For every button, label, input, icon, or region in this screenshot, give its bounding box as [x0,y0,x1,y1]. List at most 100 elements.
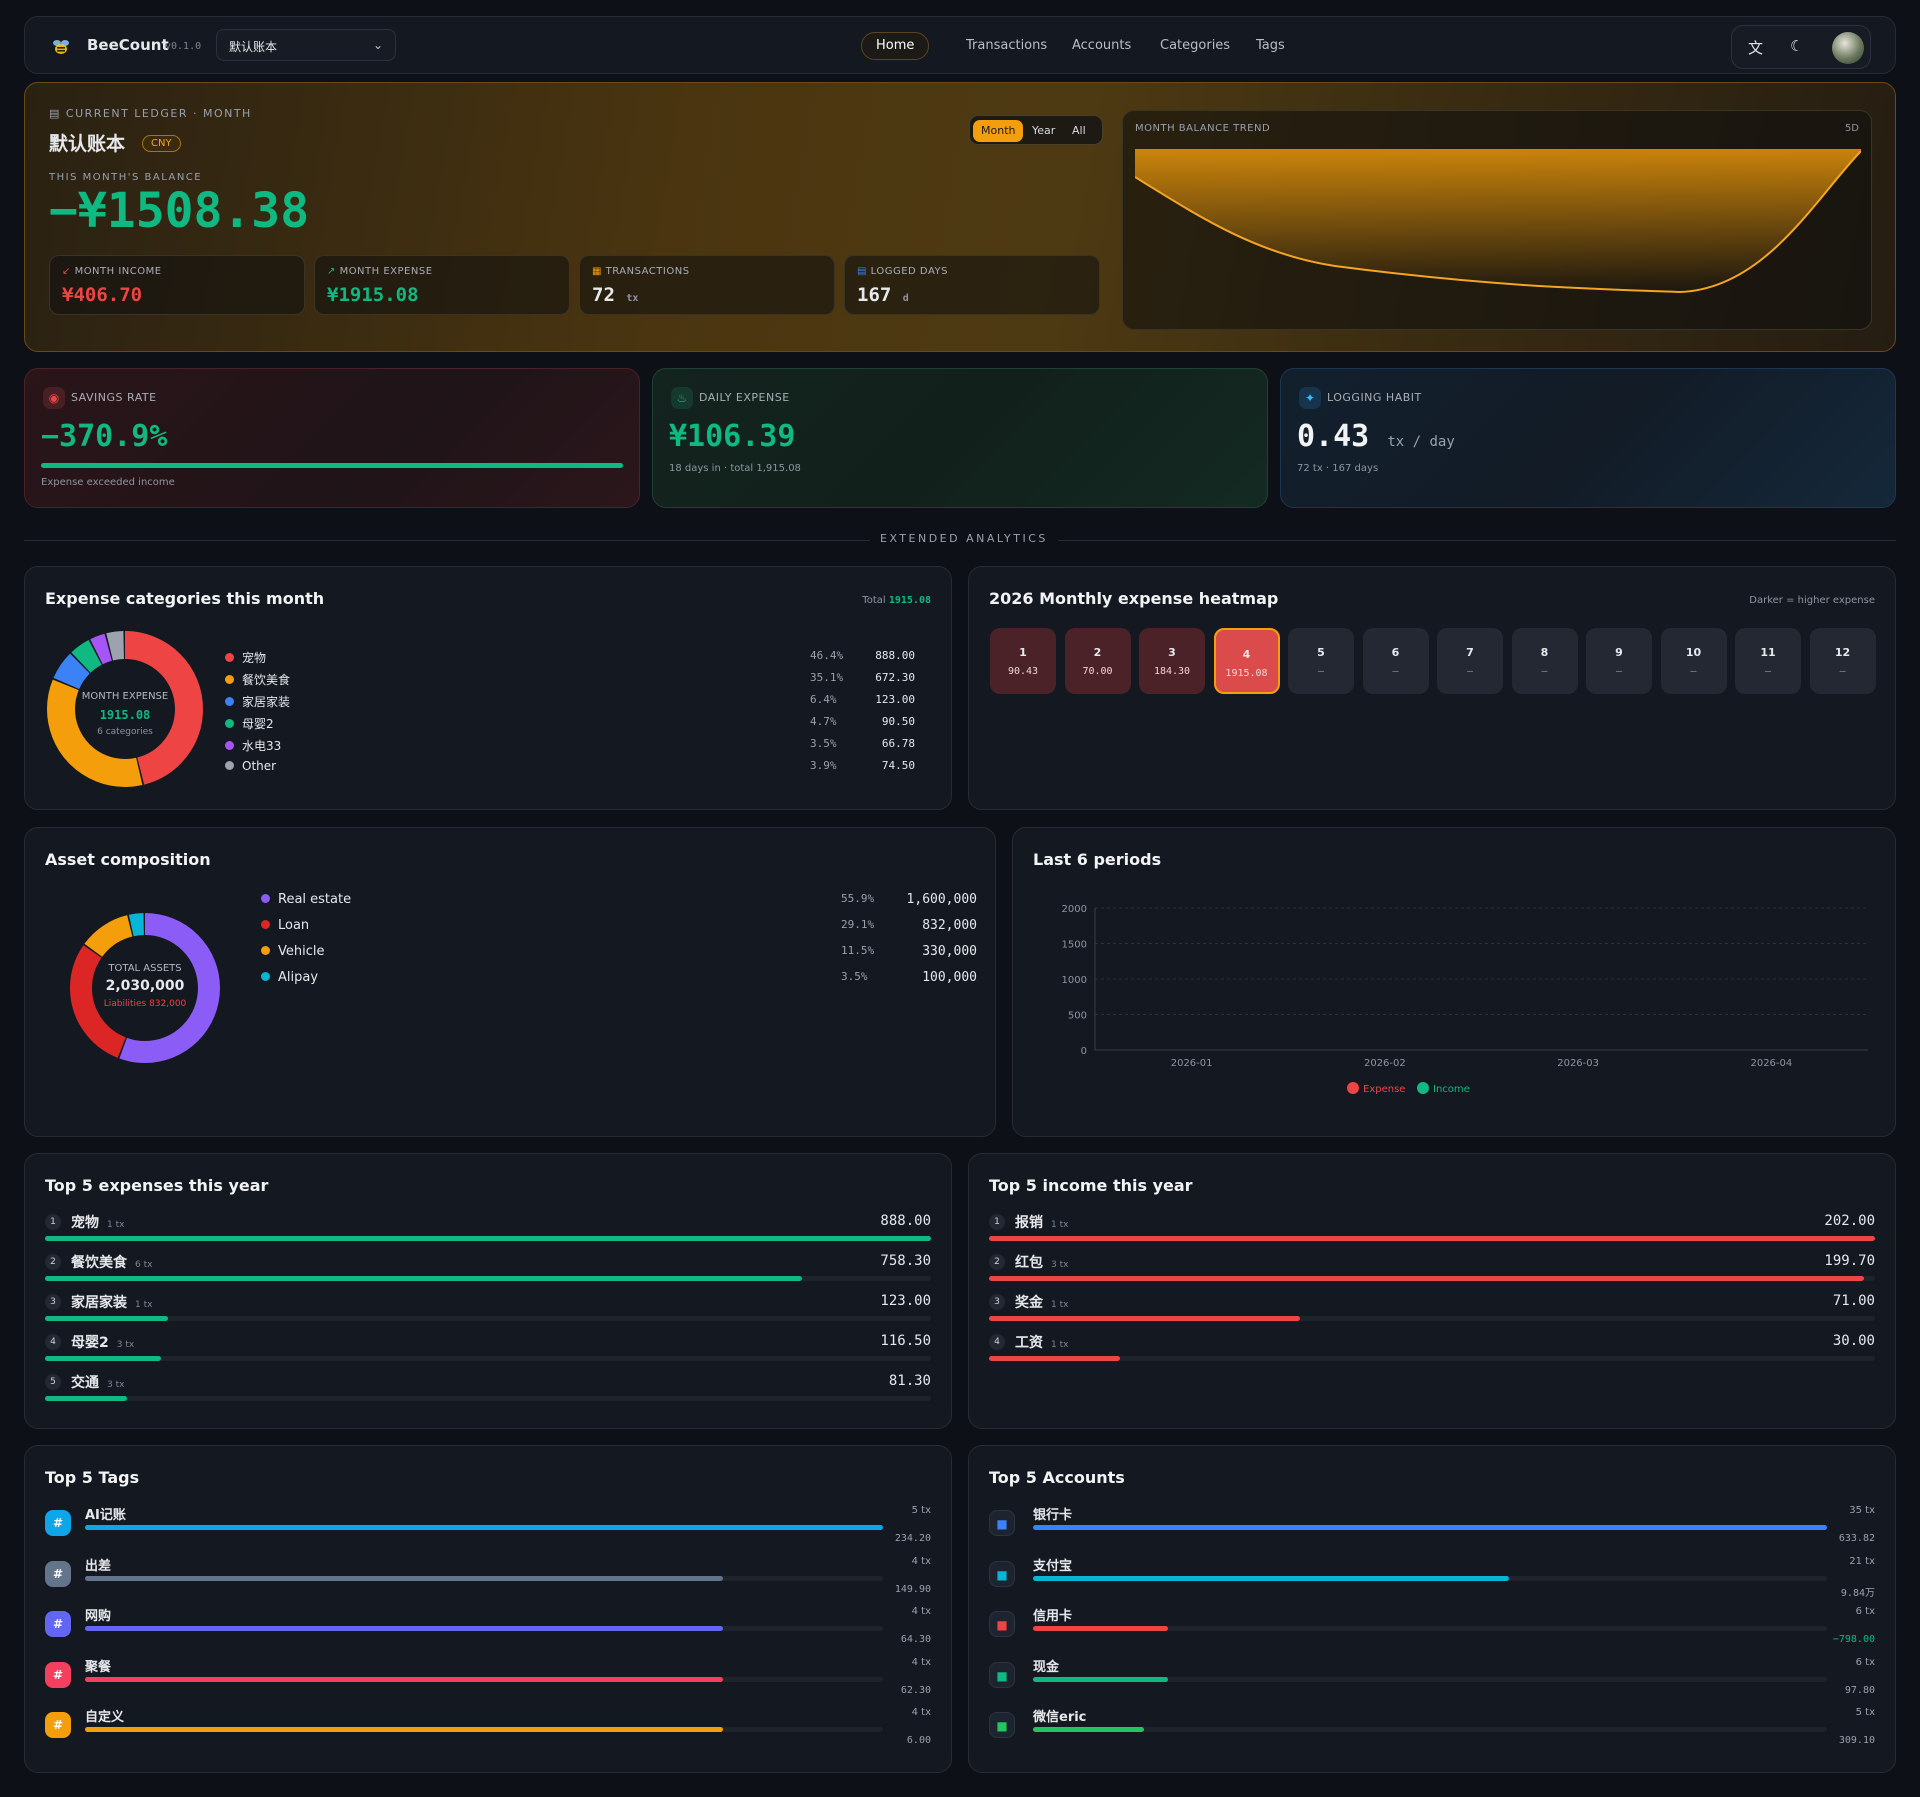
account-name[interactable]: 微信eric [1033,1706,1086,1725]
asset-row[interactable]: Real estate 55.9% 1,600,000 [261,892,977,914]
tag-name[interactable]: 出差 [85,1555,111,1574]
rank-item-name[interactable]: 家居家装 1 tx [71,1292,152,1312]
heatmap-month: 9 [1615,646,1623,659]
legend-dot [261,946,270,955]
rank-bar-track [45,1316,931,1321]
rank-bar [45,1276,802,1281]
rank-item-name[interactable]: 交通 3 tx [71,1372,124,1392]
rank-badge: 2 [45,1254,61,1270]
account-name[interactable]: 支付宝 [1033,1555,1072,1574]
nav-link-categories[interactable]: Categories [1146,32,1244,60]
ledger-select-value: 默认账本 [229,40,278,54]
asset-row[interactable]: Vehicle 11.5% 330,000 [261,944,977,966]
heatmap-value: 1915.08 [1225,668,1268,679]
expense-category-row[interactable]: 母婴2 4.7% 90.50 [225,715,935,737]
heatmap-month-cell[interactable]: 6– [1362,628,1429,694]
tx-count: 4 tx [911,1656,931,1668]
month-expense-value: ¥1915.08 [327,284,419,306]
hero-kicker: ▤ CURRENT LEDGER · MONTH [49,107,252,120]
tag-name[interactable]: AI记账 [85,1504,126,1523]
heatmap-month-cell[interactable]: 11 – [1735,628,1801,694]
tag-name[interactable]: 聚餐 [85,1656,111,1675]
heatmap-value: – [1466,666,1474,677]
period-month[interactable]: Month [973,120,1024,142]
tag-name[interactable]: 网购 [85,1605,111,1624]
section-title: EXTENDED ANALYTICS [870,532,1058,545]
rank-badge: 1 [989,1214,1005,1230]
asset-row[interactable]: Alipay 3.5% 100,000 [261,970,977,992]
category-amount: 888.00 [875,649,915,662]
rank-item-name[interactable]: 红包 3 tx [1015,1252,1068,1272]
expense-categories-card: Expense categories this month Total 1915… [24,566,952,810]
heatmap-month-cell[interactable]: 4 1915.08 [1213,628,1280,694]
heatmap-month: 3 [1168,646,1176,659]
legend-dot [225,697,234,706]
tag-name[interactable]: 自定义 [85,1706,124,1725]
heatmap-month: 8 [1540,646,1549,659]
hash-icon: # [45,1560,71,1587]
translate-icon[interactable]: 文 [1748,37,1763,58]
heatmap-value: – [1615,666,1623,677]
legend-label[interactable]: Income [1433,1084,1470,1095]
tx-count: 6 tx [1855,1656,1875,1668]
heatmap-month-cell[interactable]: 9– [1586,628,1652,694]
moon-icon[interactable]: ☾ [1790,37,1803,55]
rank-item-name[interactable]: 报销 1 tx [1015,1212,1068,1232]
heatmap-month-cell[interactable]: 12 – [1809,628,1876,694]
rank-bar [989,1276,1865,1281]
asset-row[interactable]: Loan 29.1% 832,000 [261,918,977,940]
brand-name[interactable]: BeeCount [87,36,169,54]
heatmap-month-cell[interactable]: 1 90.43 [990,628,1056,694]
daily-expense-label: DAILY EXPENSE [699,391,790,404]
legend-dot [225,719,234,728]
asset-center-value: 2,030,000 [105,978,185,994]
expense-category-row[interactable]: 宠物 46.4% 888.00 [225,649,935,671]
sparkle-icon: ✦ [1299,387,1321,409]
top-accounts-title: Top 5 Accounts [989,1468,1125,1487]
category-amount: 123.00 [875,693,915,706]
rank-badge: 2 [989,1254,1005,1270]
heatmap-month-cell[interactable]: 3 184.30 [1139,628,1205,694]
cash-icon: ■ [989,1661,1015,1688]
expense-category-row[interactable]: 餐饮美食 35.1% 672.30 [225,671,935,693]
usage-bar [85,1727,724,1732]
heatmap-month-cell[interactable]: 8– [1511,628,1578,694]
daily-expense-value: ¥106.39 [669,419,796,454]
account-name[interactable]: 现金 [1033,1656,1059,1675]
heatmap-month-cell[interactable]: 10 – [1660,628,1727,694]
account-name[interactable]: 银行卡 [1033,1504,1072,1523]
expense-category-row[interactable]: Other 3.9% 74.50 [225,759,935,781]
heatmap-month-cell[interactable]: 7– [1437,628,1503,694]
ledger-select[interactable]: 默认账本 ⌄ [216,29,396,61]
savings-rate-label: SAVINGS RATE [71,391,157,404]
legend-label[interactable]: Expense [1363,1084,1405,1095]
nav-link-home[interactable]: Home [861,32,930,60]
category-amount: 90.50 [881,715,915,728]
usage-bar [1033,1626,1168,1631]
bee-logo-icon[interactable] [49,35,73,59]
hash-icon: # [45,1510,71,1536]
rank-item-name[interactable]: 工资 1 tx [1015,1332,1068,1352]
heatmap-month-cell[interactable]: 2 70.00 [1064,628,1131,694]
heatmap-value: 70.00 [1082,666,1113,677]
period-all[interactable]: All [1064,120,1094,142]
rank-item-name[interactable]: 餐饮美食 6 tx [71,1252,152,1272]
account-name[interactable]: 信用卡 [1033,1605,1072,1624]
nav-link-accounts[interactable]: Accounts [1058,32,1145,60]
x-tick-label: 2026-01 [1171,1058,1213,1069]
balance-label: THIS MONTH'S BALANCE [49,172,203,183]
heatmap-month-cell[interactable]: 5– [1288,628,1354,694]
amount-value: 149.90 [894,1583,931,1595]
expense-category-row[interactable]: 水电33 3.5% 66.78 [225,737,935,759]
legend-dot [225,741,234,750]
top-income-card: Top 5 income this year 1 报销 1 tx 202.00 2 红包 3… [968,1153,1896,1429]
heatmap-title: 2026 Monthly expense heatmap [989,589,1279,608]
rank-item-name[interactable]: 奖金 1 tx [1015,1292,1068,1312]
nav-link-tags[interactable]: Tags [1242,32,1299,60]
avatar[interactable] [1832,32,1864,64]
nav-link-transactions[interactable]: Transactions [952,32,1061,60]
expense-category-row[interactable]: 家居家装 6.4% 123.00 [225,693,935,715]
period-year[interactable]: Year [1024,120,1063,142]
rank-item-name[interactable]: 宠物 1 tx [71,1212,124,1232]
rank-item-name[interactable]: 母婴2 3 tx [71,1332,134,1352]
